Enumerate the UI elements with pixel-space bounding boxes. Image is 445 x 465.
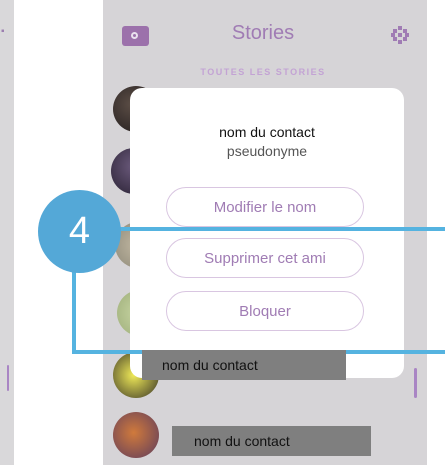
section-label: TOUTES LES STORIES [200, 67, 326, 77]
callout-line [72, 262, 76, 354]
edge-scroll-indicator [7, 365, 9, 391]
avatar[interactable] [113, 412, 159, 458]
page-title: Stories [231, 22, 295, 44]
callout-line [110, 227, 445, 231]
callout-number-badge: 4 [38, 190, 121, 273]
contact-name-label: nom du contact [142, 350, 346, 380]
camera-icon[interactable] [122, 26, 149, 46]
block-button[interactable]: Bloquer [166, 291, 364, 331]
previous-screen-edge: ▪ [0, 0, 14, 465]
edge-icon: ▪ [1, 26, 5, 37]
contact-name-label: nom du contact [172, 426, 371, 456]
grid-icon[interactable] [390, 25, 410, 45]
contact-name: nom du contact [219, 124, 315, 140]
contact-options-modal: nom du contact pseudonyme Modifier le no… [130, 88, 404, 378]
contact-pseudonym: pseudonyme [226, 143, 308, 159]
remove-friend-button[interactable]: Supprimer cet ami [166, 238, 364, 278]
rename-button[interactable]: Modifier le nom [166, 187, 364, 227]
scroll-indicator[interactable] [414, 368, 417, 398]
